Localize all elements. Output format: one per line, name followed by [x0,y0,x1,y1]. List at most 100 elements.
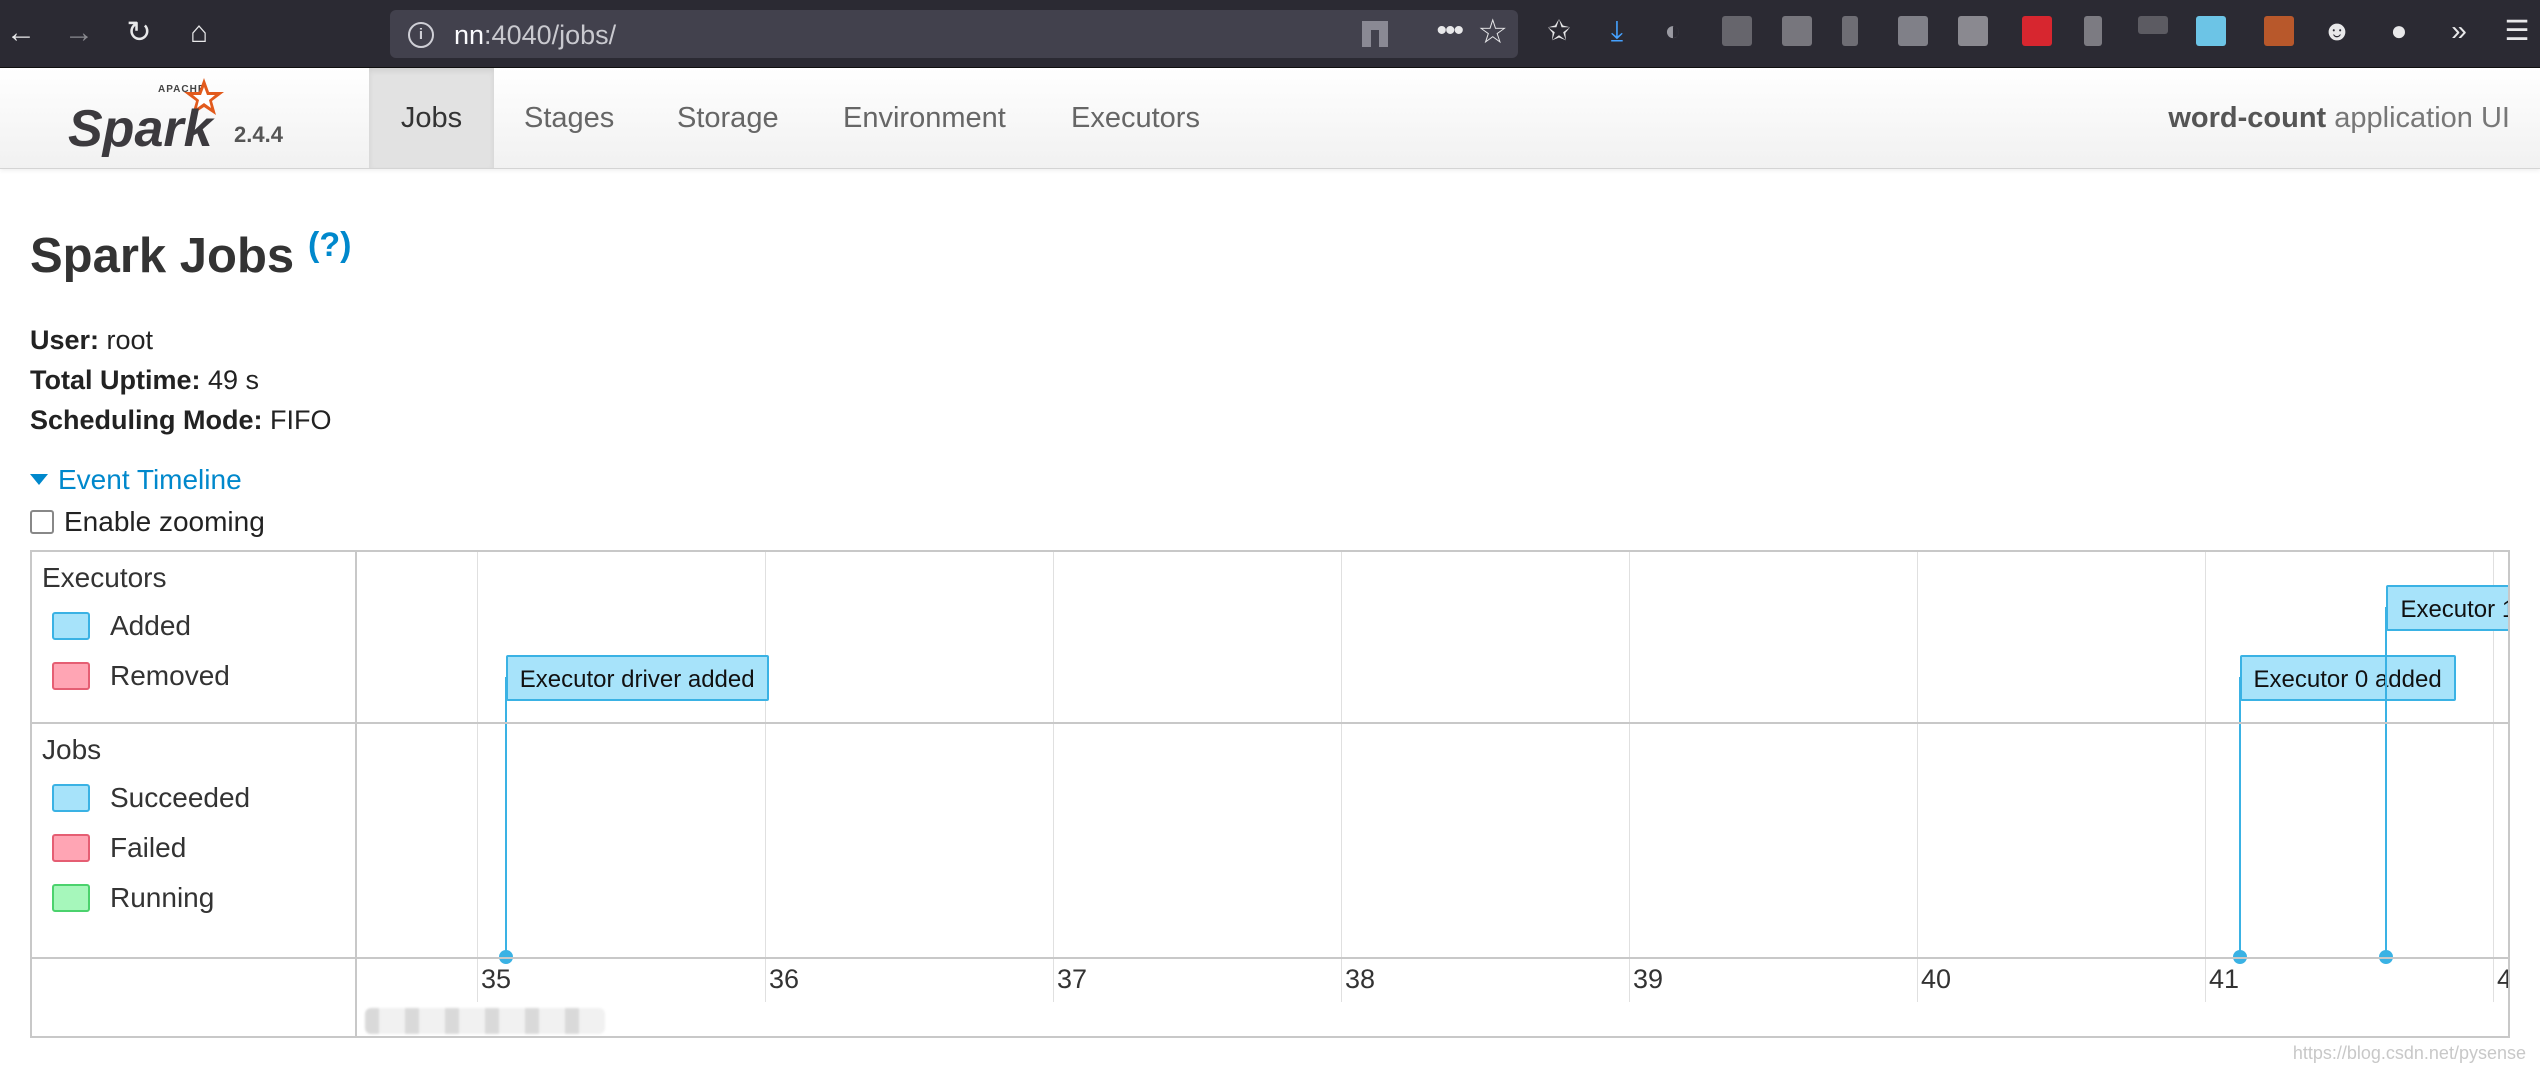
timeline-plot[interactable]: 35 36 37 38 39 40 41 4 Executor driver added Exe… [357,552,2508,1036]
site-info-icon[interactable]: i [408,22,434,48]
legend-label: Succeeded [110,782,251,813]
legend-added: Added [52,609,191,643]
enable-zooming-label[interactable]: Enable zooming [64,506,265,537]
event-timeline-toggle[interactable]: Event Timeline [30,464,242,496]
succeeded-swatch [52,783,90,812]
legend-succeeded: Succeeded [52,781,250,815]
grid-line [1341,552,1342,1002]
back-arrow-icon[interactable]: ← [2,14,40,52]
event-line [2238,677,2241,957]
tick-label: 35 [481,964,512,994]
extension-icon[interactable] [2264,16,2294,46]
tab-jobs[interactable]: Jobs [369,68,494,168]
qr-code-icon[interactable] [1362,21,1388,47]
grid-line [477,552,478,1002]
grid-line [765,552,766,1002]
info-label: Scheduling Mode: [30,405,263,435]
tick-label: 38 [1345,964,1376,994]
executor-event-box[interactable]: Executor driver added [505,655,769,701]
help-link[interactable]: (?) [308,226,351,265]
executor-event-box[interactable]: Executor 0 added [2239,655,2456,701]
info-value: root [99,325,154,355]
svg-text:Spark: Spark [68,100,216,158]
tick-label: 4 [2497,964,2508,994]
extension-icon[interactable]: ● [2382,14,2416,48]
bookmark-star-icon[interactable]: ☆ [1478,12,1508,52]
extension-icon[interactable] [2138,16,2168,34]
app-title-suffix: application UI [2326,102,2510,134]
account-icon[interactable]: ☻ [2320,14,2354,48]
tab-environment[interactable]: Environment [843,68,1006,168]
grid-line [1917,552,1918,1002]
jobs-group-title: Jobs [42,734,102,765]
executor-event-box[interactable]: Executor 1 [2386,585,2508,631]
removed-swatch [52,661,90,690]
group-divider [32,722,2508,724]
legend-failed: Failed [52,831,186,865]
tick-label: 40 [1921,964,1952,994]
url-text[interactable]: nn:4040/jobs/ [454,20,616,51]
extension-icon[interactable] [2084,16,2102,46]
executors-group-title: Executors [42,562,167,593]
overflow-chevron-icon[interactable]: » [2442,14,2476,48]
info-label: User: [30,325,100,355]
spark-logo[interactable]: APACHE Spark [66,72,236,162]
event-timeline-label: Event Timeline [58,464,242,495]
legend-label: Failed [110,832,187,863]
home-icon[interactable]: ⌂ [180,14,218,52]
info-uptime: Total Uptime: 49 s [30,365,259,396]
app-name: word-count [2168,102,2327,134]
extension-icon[interactable] [1958,16,1988,46]
bookmarks-icon[interactable]: ✩ [1542,14,1576,48]
tab-stages[interactable]: Stages [524,68,614,168]
tab-storage[interactable]: Storage [677,68,779,168]
reload-icon[interactable]: ↻ [120,14,158,52]
running-swatch [52,883,90,912]
info-label: Total Uptime: [30,365,201,395]
legend-removed: Removed [52,659,230,693]
event-timeline: Executors Added Removed Jobs Succeeded F… [30,550,2510,1038]
caret-down-icon [30,474,48,486]
info-user: User: root [30,325,153,356]
menu-icon[interactable]: ☰ [2500,14,2534,48]
browser-toolbar: ← → ↻ ⌂ i nn:4040/jobs/ ••• ☆ ✩ ⤓ ◐ ☻ ● … [0,0,2540,68]
url-path: :4040/jobs/ [484,20,617,50]
watermark: https://blog.csdn.net/pysense [2292,1043,2526,1063]
added-swatch [52,611,90,640]
timeline-legend: Executors Added Removed Jobs Succeeded F… [32,552,357,1036]
grid-line [1053,552,1054,1002]
axis-date-label-obscured [365,1008,605,1034]
tab-executors[interactable]: Executors [1071,68,1200,168]
extension-icon[interactable] [1842,16,1858,46]
grid-line [2205,552,2206,1002]
extension-icon[interactable] [2022,16,2052,46]
legend-label: Removed [110,660,230,691]
page-title: Spark Jobs [30,229,295,283]
page-actions-icon[interactable]: ••• [1436,14,1463,48]
extension-icon[interactable] [2196,16,2226,46]
tick-label: 39 [1633,964,1664,994]
extension-icon[interactable] [1898,16,1928,46]
event-line [2385,607,2388,957]
legend-label: Running [110,882,215,913]
extension-icon[interactable] [1782,16,1812,46]
app-title: word-count application UI [2168,68,2510,168]
info-value: FIFO [262,405,332,435]
download-icon[interactable]: ⤓ [1600,14,1634,48]
grid-line [1629,552,1630,1002]
forward-arrow-icon[interactable]: → [60,14,98,52]
extension-icon[interactable] [1722,16,1752,46]
tick-label: 41 [2209,964,2240,994]
axis-divider [32,957,2508,959]
url-host: nn [454,20,485,50]
info-scheduling-mode: Scheduling Mode: FIFO [30,405,332,436]
tick-label: 36 [769,964,800,994]
enable-zooming-checkbox[interactable] [30,509,54,534]
url-bar[interactable]: i nn:4040/jobs/ ••• ☆ [390,10,1518,58]
tick-label: 37 [1057,964,1088,994]
legend-running: Running [52,881,214,915]
spark-version: 2.4.4 [234,122,283,147]
spark-navbar: APACHE Spark 2.4.4 Jobs Stages Storage E… [0,68,2540,169]
legend-label: Added [110,610,191,641]
extension-icon[interactable]: ◐ [1656,14,1690,48]
